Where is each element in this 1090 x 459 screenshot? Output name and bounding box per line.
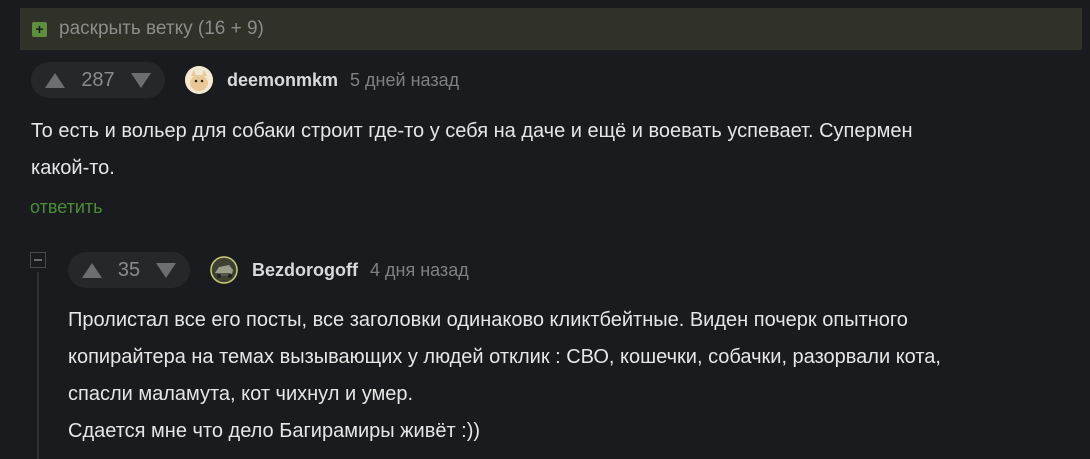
thread-line[interactable] bbox=[37, 272, 39, 459]
comment-line: какой-то. bbox=[31, 157, 115, 179]
downvote-arrow-icon[interactable] bbox=[156, 262, 176, 278]
comment-time[interactable]: 5 дней назад bbox=[350, 70, 459, 91]
upvote-arrow-icon[interactable] bbox=[82, 262, 102, 278]
upvote-arrow-icon[interactable] bbox=[45, 72, 65, 88]
rating-widget: 35 bbox=[68, 252, 190, 288]
cat-avatar-icon[interactable] bbox=[185, 66, 213, 94]
expand-thread-button[interactable]: + раскрыть ветку (16 + 9) bbox=[20, 8, 1082, 50]
comment-author[interactable]: Bezdorogoff bbox=[252, 260, 358, 281]
comment-header: 287 deemonmkm 5 дней назад bbox=[31, 62, 459, 98]
comment-author[interactable]: deemonmkm bbox=[227, 70, 338, 91]
rating-widget: 287 bbox=[31, 62, 165, 98]
plus-square-icon: + bbox=[32, 21, 47, 37]
collapse-thread-button[interactable] bbox=[30, 252, 46, 268]
rating-count: 35 bbox=[117, 258, 141, 281]
expand-thread-label: раскрыть ветку (16 + 9) bbox=[59, 18, 264, 39]
comment-header: 35 Bezdorogoff 4 дня назад bbox=[68, 252, 469, 288]
comment-time[interactable]: 4 дня назад bbox=[370, 260, 469, 281]
car-avatar-icon[interactable] bbox=[210, 256, 238, 284]
reply-link[interactable]: ответить bbox=[30, 197, 103, 218]
comment-line: копирайтера на темах вызывающих у людей … bbox=[68, 346, 941, 368]
comment-line: Сдается мне что дело Багирамиры живёт :)… bbox=[68, 420, 481, 442]
comment-body: Пролистал все его посты, все заголовки о… bbox=[68, 302, 1078, 450]
comment-line: спасли маламута, кот чихнул и умер. bbox=[68, 383, 414, 405]
downvote-arrow-icon[interactable] bbox=[131, 72, 151, 88]
comment-line: То есть и вольер для собаки строит где-т… bbox=[31, 120, 913, 142]
comment-line: Пролистал все его посты, все заголовки о… bbox=[68, 309, 908, 331]
comment-body: То есть и вольер для собаки строит где-т… bbox=[31, 113, 1071, 187]
rating-count: 287 bbox=[81, 68, 115, 91]
